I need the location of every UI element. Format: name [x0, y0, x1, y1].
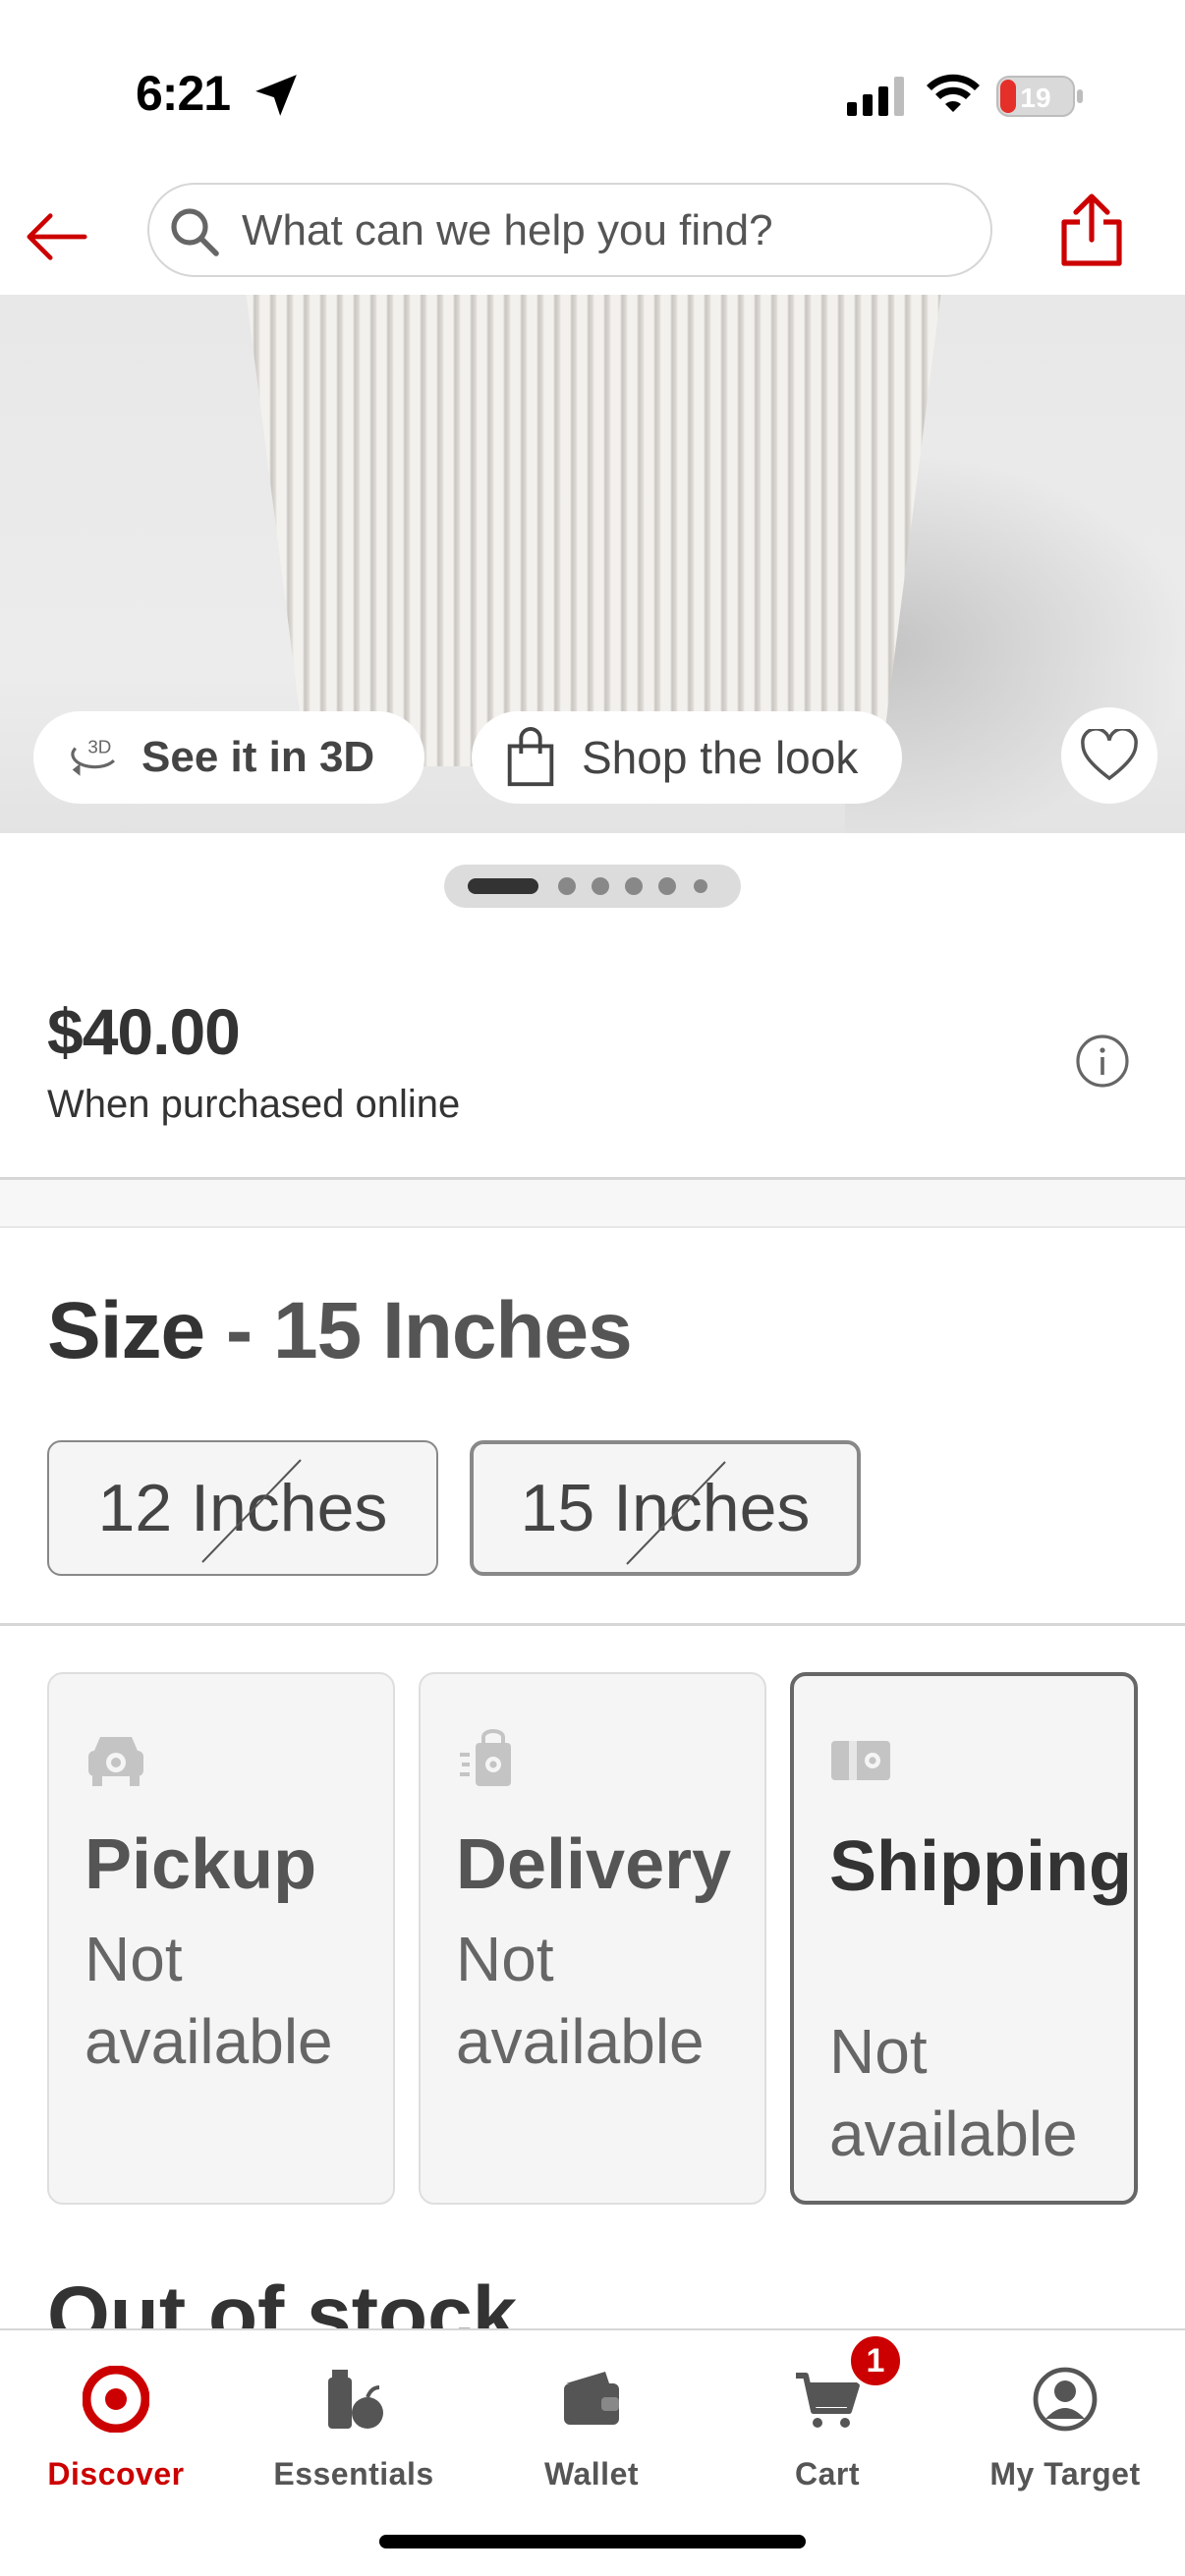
fulfillment-title: Pickup: [85, 1825, 317, 1904]
nav-label: Cart: [794, 2456, 860, 2492]
size-label: Size: [47, 1286, 205, 1375]
image-pagination[interactable]: [444, 865, 741, 908]
home-indicator: [379, 2535, 806, 2548]
status-time: 6:21: [136, 66, 231, 121]
fulfillment-status: Not available: [829, 2016, 1078, 2169]
pagination-dot: [625, 877, 643, 895]
nav-essentials[interactable]: Essentials: [255, 2350, 452, 2497]
cart-count-badge: 1: [847, 2332, 904, 2389]
product-image-carousel[interactable]: 3D See it in 3D Shop the look: [0, 295, 1185, 833]
top-header: [0, 177, 1185, 295]
nav-label: Essentials: [273, 2456, 434, 2492]
nav-discover[interactable]: Discover: [18, 2350, 214, 2497]
back-arrow-icon[interactable]: [24, 202, 92, 271]
nav-my-target[interactable]: My Target: [967, 2350, 1163, 2497]
fulfillment-shipping-card[interactable]: Shipping Not available: [790, 1672, 1138, 2205]
essentials-icon: [328, 2370, 383, 2429]
fulfillment-title: Shipping: [829, 1827, 1132, 1906]
wallet-icon: [564, 2372, 619, 2425]
nav-label: Discover: [47, 2456, 185, 2492]
cellular-signal-icon: [847, 77, 904, 116]
size-separator: -: [204, 1286, 273, 1375]
pagination-dot: [658, 877, 676, 895]
price-note: When purchased online: [47, 1083, 461, 1126]
location-arrow-icon: [255, 75, 297, 116]
rotate-3d-icon: 3D: [71, 736, 115, 776]
fulfillment-title: Delivery: [456, 1825, 732, 1904]
info-icon[interactable]: [1075, 1034, 1130, 1089]
section-divider: [0, 1623, 1185, 1626]
status-bar: 6:21 19: [0, 0, 1185, 177]
unavailable-slash-icon: [201, 1459, 302, 1563]
size-option-15-inches[interactable]: 15 Inches: [470, 1440, 861, 1576]
size-heading: Size - 15 Inches: [47, 1285, 633, 1377]
nav-label: Wallet: [543, 2456, 640, 2492]
target-logo-icon: [83, 2366, 149, 2433]
pagination-dot: [694, 879, 707, 893]
share-icon[interactable]: [1057, 191, 1126, 269]
account-icon: [1033, 2367, 1098, 2432]
fulfillment-status: Not available: [85, 1924, 333, 2077]
see-in-3d-button[interactable]: 3D See it in 3D: [33, 711, 424, 804]
wifi-icon: [927, 74, 980, 112]
see-in-3d-label: See it in 3D: [141, 733, 375, 781]
shipping-box-icon: [831, 1741, 890, 1780]
fulfillment-status: Not available: [456, 1924, 705, 2077]
battery-icon: 19: [996, 76, 1083, 117]
product-photo-planter: [244, 295, 943, 766]
size-option-12-inches[interactable]: 12 Inches: [47, 1440, 438, 1576]
nav-label: My Target: [989, 2456, 1141, 2492]
fulfillment-pickup-card[interactable]: Pickup Not available: [47, 1672, 395, 2205]
size-selected-value: 15 Inches: [272, 1286, 633, 1375]
favorite-button[interactable]: [1061, 707, 1157, 804]
section-divider: [0, 1177, 1185, 1228]
icon-3d-label: 3D: [87, 736, 111, 756]
search-icon: [171, 208, 219, 256]
pagination-dot-active: [468, 878, 538, 894]
pagination-dot: [558, 877, 576, 895]
shop-the-look-button[interactable]: Shop the look: [472, 711, 902, 804]
pagination-dot: [592, 877, 609, 895]
shop-the-look-label: Shop the look: [582, 732, 859, 783]
search-bar[interactable]: [147, 183, 992, 277]
unavailable-slash-icon: [626, 1461, 726, 1565]
product-price: $40.00: [47, 995, 241, 1068]
battery-level: 19: [1020, 83, 1050, 113]
search-input[interactable]: [242, 206, 969, 255]
car-icon: [88, 1737, 143, 1786]
fulfillment-delivery-card[interactable]: Delivery Not available: [419, 1672, 766, 2205]
heart-icon: [1081, 729, 1138, 781]
nav-wallet[interactable]: Wallet: [493, 2350, 690, 2497]
delivery-bag-icon: [460, 1729, 511, 1786]
shopping-bag-icon: [507, 727, 554, 787]
